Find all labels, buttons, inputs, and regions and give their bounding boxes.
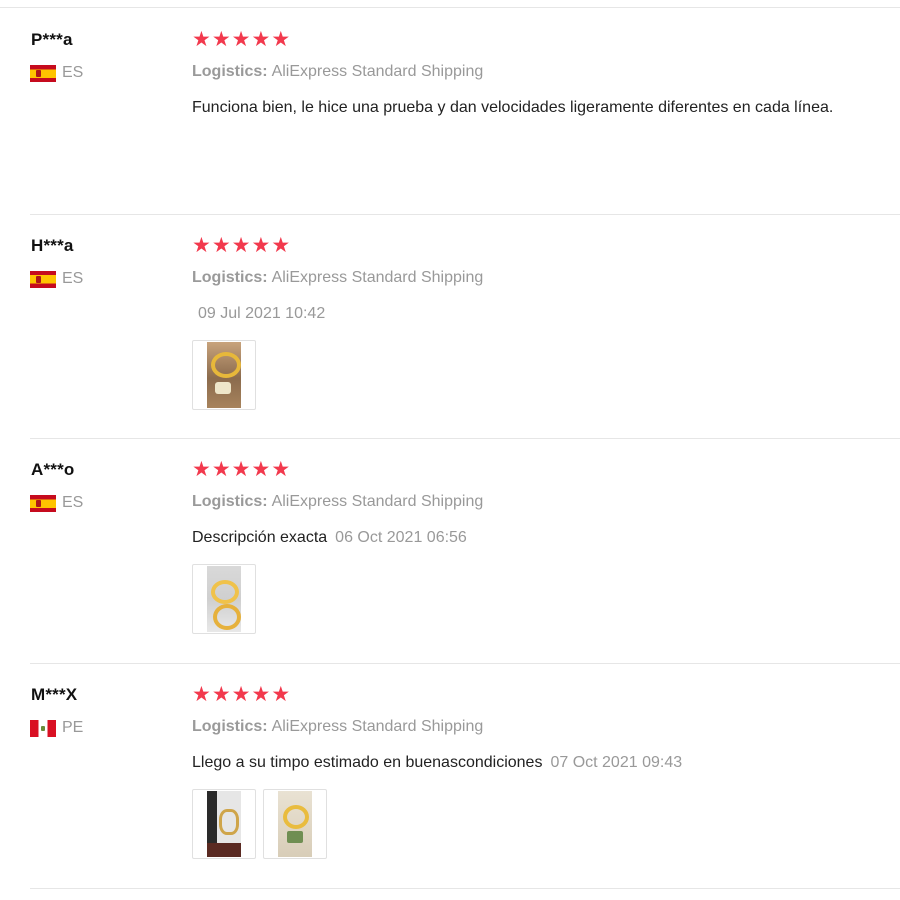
feedback-line: Llego a su timpo estimado en buenascondi… xyxy=(192,754,682,772)
star-icon: ★ xyxy=(251,28,271,51)
logistics-label: Logistics: xyxy=(192,493,268,510)
review-item: A***o ES ★ ★ ★ ★ ★ Logistics: AliExpress Stan… xyxy=(30,438,900,664)
star-icon: ★ xyxy=(251,683,271,706)
spain-flag-icon xyxy=(30,270,56,288)
logistics-info: Logistics: AliExpress Standard Shipping xyxy=(192,63,483,81)
star-icon: ★ xyxy=(211,28,231,51)
logistics-value: AliExpress Standard Shipping xyxy=(271,493,484,510)
star-rating: ★ ★ ★ ★ ★ xyxy=(192,459,290,480)
review-item: H***a ES ★ ★ ★ ★ ★ Logistics: AliExpress Stan… xyxy=(30,214,900,439)
country-code: ES xyxy=(62,64,84,81)
product-photo xyxy=(207,342,241,408)
logistics-value: AliExpress Standard Shipping xyxy=(271,269,484,286)
reviewer-country: ES xyxy=(30,64,83,82)
review-text: Llego a su timpo estimado en buenascondi… xyxy=(192,754,543,771)
feedback-line: Descripción exacta 06 Oct 2021 06:56 xyxy=(192,529,467,547)
reviewer-country: ES xyxy=(30,270,83,288)
star-rating: ★ ★ ★ ★ ★ xyxy=(192,29,290,50)
logistics-label: Logistics: xyxy=(192,269,268,286)
star-icon: ★ xyxy=(231,683,251,706)
star-icon: ★ xyxy=(192,234,211,257)
review-date: 07 Oct 2021 09:43 xyxy=(550,754,683,771)
country-code: ES xyxy=(62,494,84,511)
star-icon: ★ xyxy=(251,234,271,257)
logistics-value: AliExpress Standard Shipping xyxy=(271,63,484,80)
star-icon: ★ xyxy=(192,683,211,706)
product-photo xyxy=(207,791,241,857)
star-icon: ★ xyxy=(251,458,271,481)
star-rating: ★ ★ ★ ★ ★ xyxy=(192,684,290,705)
country-code: ES xyxy=(62,270,84,287)
star-icon: ★ xyxy=(211,234,231,257)
country-code: PE xyxy=(62,719,84,736)
logistics-label: Logistics: xyxy=(192,718,268,735)
reviewer-name: A***o xyxy=(31,460,75,479)
star-icon: ★ xyxy=(192,458,211,481)
feedback-line: 09 Jul 2021 10:42 xyxy=(192,305,325,323)
feedback-line: Funciona bien, le hice una prueba y dan … xyxy=(192,99,833,117)
star-icon: ★ xyxy=(231,458,251,481)
product-photo xyxy=(278,791,312,857)
review-text: Descripción exacta xyxy=(192,529,328,546)
star-icon: ★ xyxy=(211,458,231,481)
review-photos xyxy=(192,340,256,410)
star-icon: ★ xyxy=(271,28,291,51)
reviewer-country: ES xyxy=(30,494,83,512)
star-icon: ★ xyxy=(231,28,251,51)
logistics-info: Logistics: AliExpress Standard Shipping xyxy=(192,493,483,511)
spain-flag-icon xyxy=(30,494,56,512)
reviewer-name: H***a xyxy=(31,236,74,255)
star-rating: ★ ★ ★ ★ ★ xyxy=(192,235,290,256)
star-icon: ★ xyxy=(211,683,231,706)
reviews-page: P***a ES ★ ★ ★ ★ ★ Logistics: AliExpress Stan… xyxy=(0,0,900,900)
logistics-label: Logistics: xyxy=(192,63,268,80)
spain-flag-icon xyxy=(30,64,56,82)
star-icon: ★ xyxy=(271,683,291,706)
star-icon: ★ xyxy=(271,458,291,481)
review-photos xyxy=(192,564,256,634)
review-photo-thumbnail[interactable] xyxy=(192,789,256,859)
logistics-value: AliExpress Standard Shipping xyxy=(271,718,484,735)
logistics-info: Logistics: AliExpress Standard Shipping xyxy=(192,718,483,736)
star-icon: ★ xyxy=(231,234,251,257)
review-photo-thumbnail[interactable] xyxy=(263,789,327,859)
reviewer-name: P***a xyxy=(31,30,73,49)
logistics-info: Logistics: AliExpress Standard Shipping xyxy=(192,269,483,287)
review-photos xyxy=(192,789,327,859)
reviewer-country: PE xyxy=(30,719,83,737)
star-icon: ★ xyxy=(192,28,211,51)
review-date: 06 Oct 2021 06:56 xyxy=(335,529,467,546)
review-item: P***a ES ★ ★ ★ ★ ★ Logistics: AliExpress Stan… xyxy=(30,8,900,215)
peru-flag-icon xyxy=(30,719,56,737)
review-item: M***X PE ★ ★ ★ ★ ★ Logistics: AliExpress Stan… xyxy=(30,663,900,889)
review-photo-thumbnail[interactable] xyxy=(192,564,256,634)
review-text: Funciona bien, le hice una prueba y dan … xyxy=(192,99,834,116)
review-date: 09 Jul 2021 10:42 xyxy=(198,305,326,322)
product-photo xyxy=(207,566,241,632)
reviewer-name: M***X xyxy=(31,685,78,704)
star-icon: ★ xyxy=(271,234,291,257)
review-photo-thumbnail[interactable] xyxy=(192,340,256,410)
